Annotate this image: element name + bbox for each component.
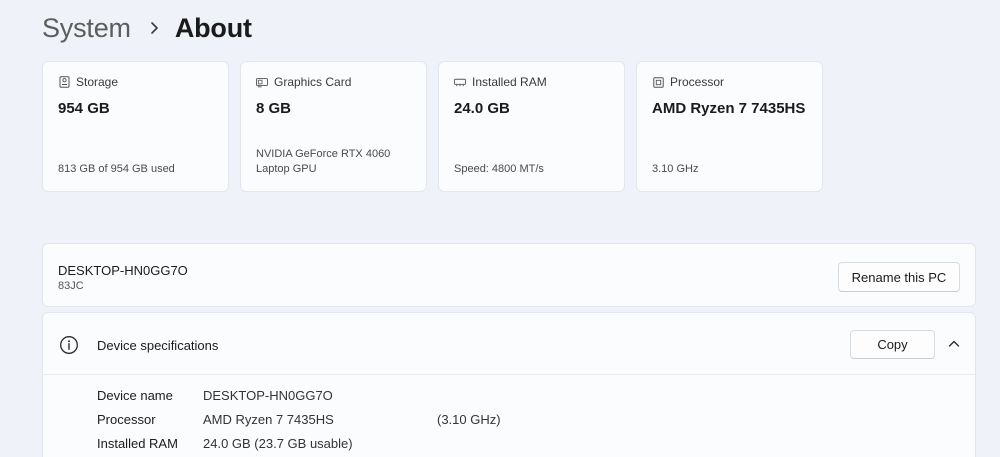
pc-name-panel: DESKTOP-HN0GG7O 83JC Rename this PC: [42, 243, 976, 307]
spec-key: Installed RAM: [97, 436, 178, 451]
storage-detail: 813 GB of 954 GB used: [58, 163, 175, 175]
copy-button[interactable]: Copy: [850, 330, 935, 359]
storage-icon: [58, 76, 70, 88]
spec-extra: (3.10 GHz): [437, 412, 501, 427]
storage-card[interactable]: Storage 954 GB 813 GB of 954 GB used: [42, 61, 229, 192]
graphics-card-detail: NVIDIA GeForce RTX 4060 Laptop GPU: [256, 148, 391, 175]
spec-key: Processor: [97, 412, 156, 427]
breadcrumb-system[interactable]: System: [42, 13, 131, 44]
spec-key: Device name: [97, 388, 173, 403]
ram-card[interactable]: Installed RAM 24.0 GB Speed: 4800 MT/s: [438, 61, 625, 192]
breadcrumb: System About: [42, 8, 252, 48]
graphics-card-card[interactable]: Graphics Card 8 GB NVIDIA GeForce RTX 40…: [240, 61, 427, 192]
pc-model: 83JC: [58, 280, 84, 292]
processor-label: Processor: [670, 75, 725, 89]
page-title: About: [174, 12, 252, 43]
ram-label: Installed RAM: [472, 75, 547, 89]
spec-value: DESKTOP-HN0GG7O: [203, 388, 333, 403]
chevron-up-icon[interactable]: [947, 337, 961, 351]
processor-icon: [652, 76, 664, 88]
graphics-card-label: Graphics Card: [274, 75, 352, 89]
pc-name: DESKTOP-HN0GG7O: [58, 263, 188, 278]
device-specifications-header[interactable]: Device specifications Copy: [43, 313, 975, 375]
processor-card[interactable]: Processor AMD Ryzen 7 7435HS 3.10 GHz: [636, 61, 823, 192]
processor-detail: 3.10 GHz: [652, 163, 699, 175]
graphics-card-value: 8 GB: [256, 100, 292, 117]
ram-value: 24.0 GB: [454, 100, 510, 117]
spec-value: AMD Ryzen 7 7435HS: [203, 412, 334, 427]
chevron-right-icon: [139, 21, 169, 35]
graphics-card-icon: [256, 76, 268, 88]
ram-detail: Speed: 4800 MT/s: [454, 163, 544, 175]
storage-value: 954 GB: [58, 100, 110, 117]
rename-pc-button[interactable]: Rename this PC: [838, 262, 960, 292]
info-icon: [59, 335, 79, 355]
device-specifications-title: Device specifications: [97, 338, 219, 353]
ram-icon: [454, 76, 466, 88]
device-specifications-panel: Device specifications Copy Device name D…: [42, 312, 976, 457]
processor-value: AMD Ryzen 7 7435HS: [652, 100, 806, 117]
storage-label: Storage: [76, 75, 119, 89]
spec-value: 24.0 GB (23.7 GB usable): [203, 436, 353, 451]
